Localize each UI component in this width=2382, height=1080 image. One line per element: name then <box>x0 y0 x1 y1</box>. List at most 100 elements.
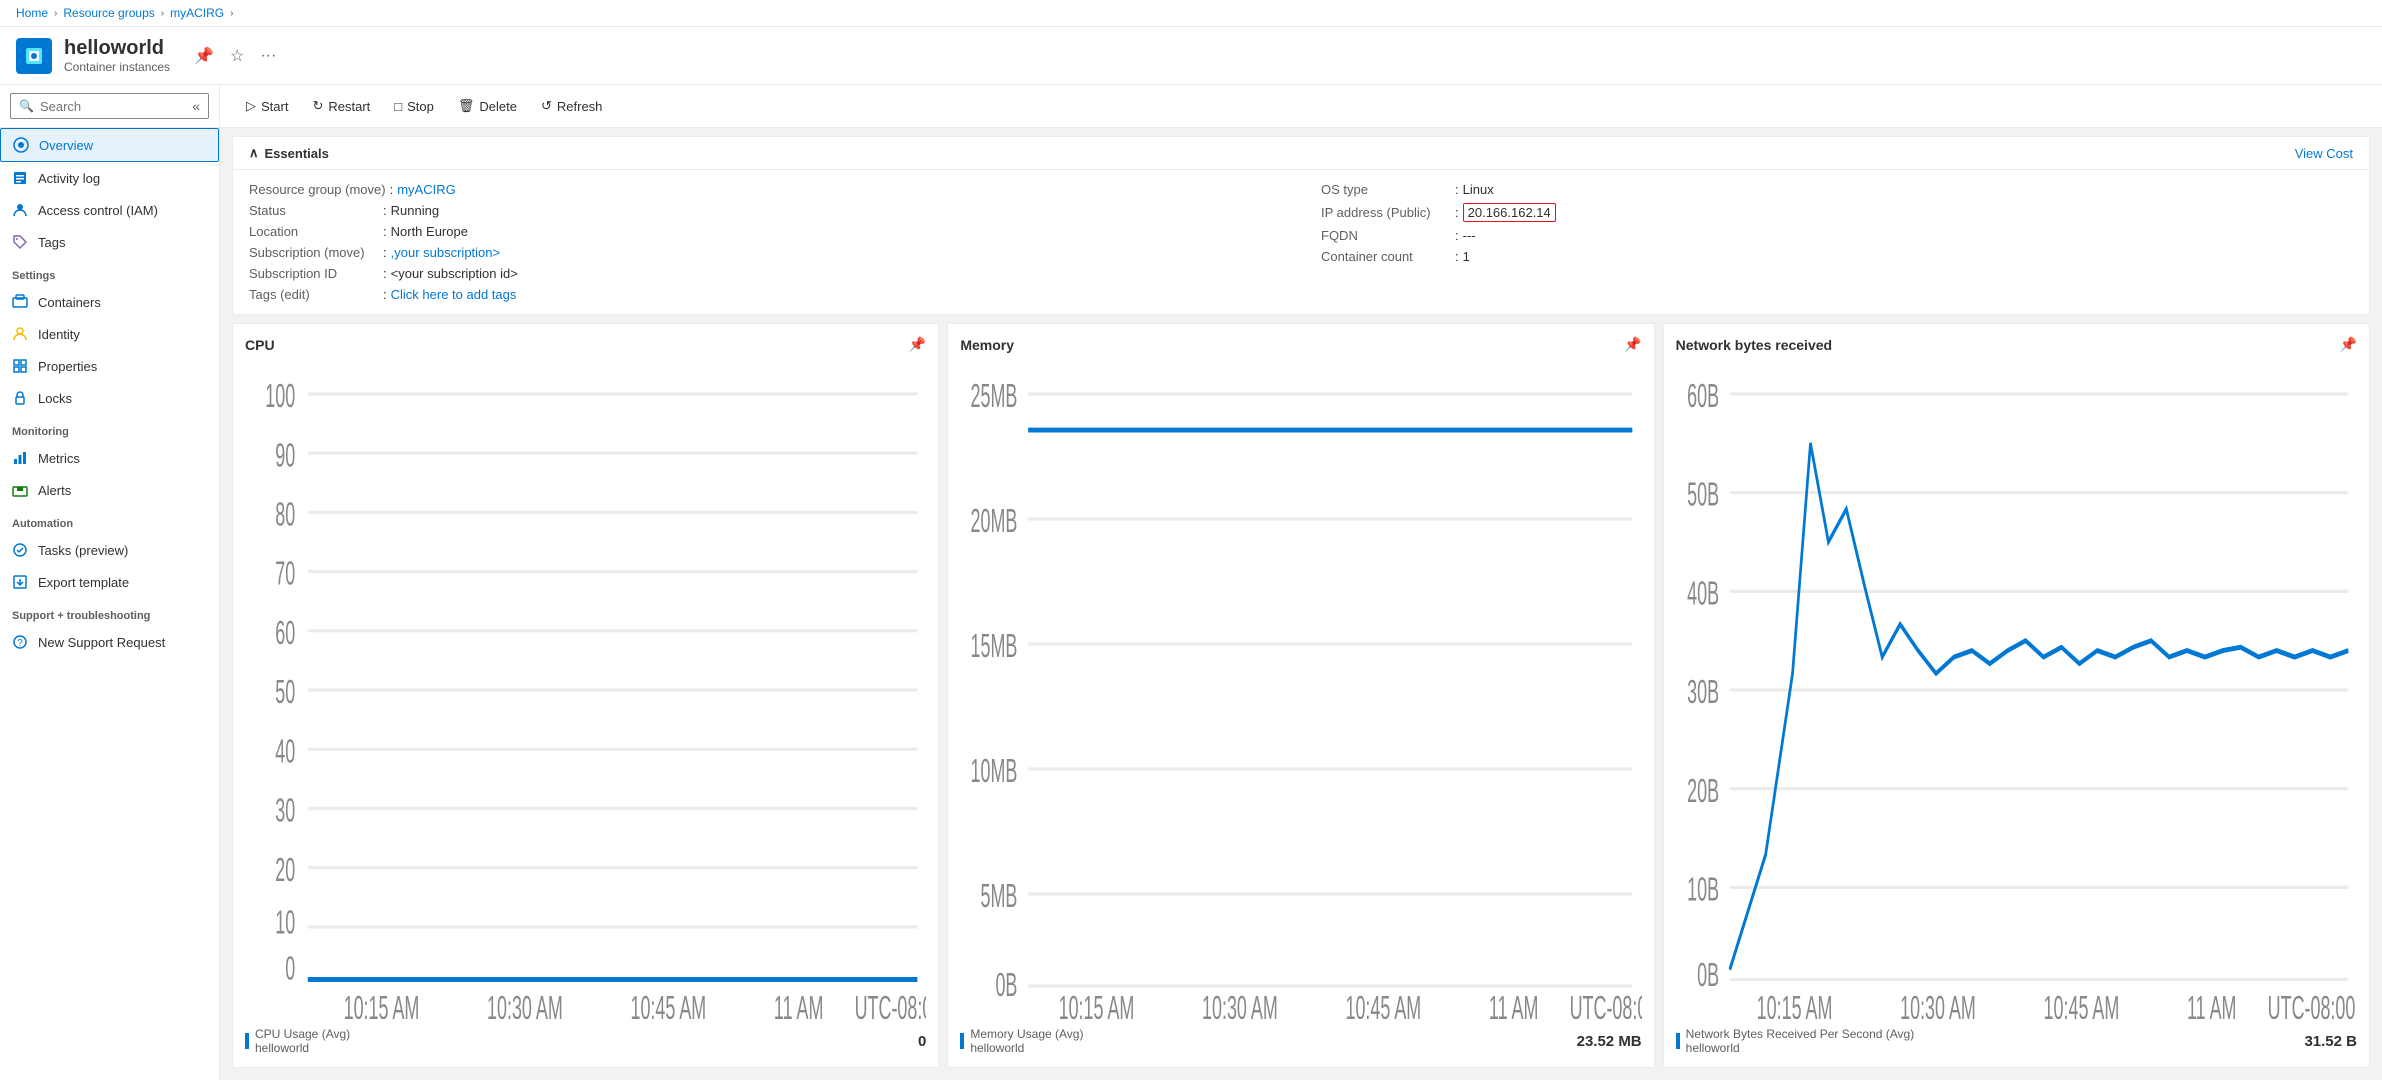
container-count-value: 1 <box>1463 249 1470 264</box>
sidebar-alerts-label: Alerts <box>38 483 71 498</box>
search-box[interactable]: 🔍 « <box>10 93 209 119</box>
subscription-id-label: Subscription ID <box>249 266 379 281</box>
svg-text:?: ? <box>17 638 23 649</box>
network-legend-label: Network Bytes Received Per Second (Avg) <box>1686 1027 1915 1041</box>
memory-chart-body: 25MB 20MB 15MB 10MB 5MB 0B <box>960 361 1641 1019</box>
charts-area: CPU 📌 100 90 80 70 60 50 40 30 20 <box>220 323 2382 1080</box>
sidebar-item-properties[interactable]: Properties <box>0 350 219 382</box>
svg-text:50B: 50B <box>1687 476 1719 513</box>
alerts-icon <box>12 482 28 498</box>
svg-text:30B: 30B <box>1687 673 1719 710</box>
search-input[interactable] <box>40 99 186 114</box>
memory-chart-title: Memory <box>960 337 1014 353</box>
essentials-subscription-id: Subscription ID : <your subscription id> <box>249 266 1281 281</box>
svg-text:10B: 10B <box>1687 871 1719 908</box>
essentials-location: Location : North Europe <box>249 224 1281 239</box>
svg-text:20MB: 20MB <box>971 502 1018 539</box>
essentials-panel: ∧ Essentials View Cost Resource group (m… <box>232 136 2370 315</box>
svg-text:10:30 AM: 10:30 AM <box>487 989 563 1019</box>
start-icon: ▷ <box>246 98 256 114</box>
cpu-chart-card: CPU 📌 100 90 80 70 60 50 40 30 20 <box>232 323 939 1068</box>
delete-button[interactable]: 🗑 Delete <box>448 93 527 119</box>
memory-chart-footer: Memory Usage (Avg) helloworld 23.52 MB <box>960 1027 1641 1055</box>
breadcrumb-resource-groups[interactable]: Resource groups <box>63 6 154 20</box>
tags-value: Click here to add tags <box>391 287 517 302</box>
memory-pin-button[interactable]: 📌 <box>1624 336 1641 353</box>
svg-text:0: 0 <box>285 950 295 987</box>
collapse-button[interactable]: « <box>192 98 200 114</box>
svg-text:10:15 AM: 10:15 AM <box>1059 989 1135 1019</box>
sidebar-item-tags[interactable]: Tags <box>0 226 219 258</box>
sidebar-item-activity-log[interactable]: Activity log <box>0 162 219 194</box>
page-title: helloworld <box>64 37 170 60</box>
pin-button[interactable]: 📌 <box>190 42 218 70</box>
sidebar-search-container: 🔍 « <box>0 85 219 128</box>
network-chart-header: Network bytes received 📌 <box>1676 336 2357 353</box>
sidebar-item-alerts[interactable]: Alerts <box>0 474 219 506</box>
svg-text:10:45 AM: 10:45 AM <box>630 989 706 1019</box>
sidebar-item-metrics[interactable]: Metrics <box>0 442 219 474</box>
container-count-label: Container count <box>1321 249 1451 264</box>
sidebar-item-identity[interactable]: Identity <box>0 318 219 350</box>
restart-button[interactable]: ↻ Restart <box>302 93 380 119</box>
start-button[interactable]: ▷ Start <box>236 93 298 119</box>
stop-button[interactable]: □ Stop <box>384 94 444 119</box>
resource-group-value: myACIRG <box>397 182 456 197</box>
locks-icon <box>12 390 28 406</box>
sidebar-item-overview[interactable]: Overview <box>0 128 219 162</box>
cpu-pin-button[interactable]: 📌 <box>909 336 926 353</box>
sidebar-containers-label: Containers <box>38 295 101 310</box>
os-type-value: Linux <box>1463 182 1494 197</box>
main-content: ▷ Start ↻ Restart □ Stop 🗑 Delete ↺ Refr… <box>220 85 2382 1080</box>
identity-icon <box>12 326 28 342</box>
sidebar-item-export-template[interactable]: Export template <box>0 566 219 598</box>
view-cost-link[interactable]: View Cost <box>2295 146 2353 161</box>
essentials-resource-group: Resource group (move) : myACIRG <box>249 182 1281 197</box>
refresh-icon: ↺ <box>541 98 552 114</box>
access-control-icon <box>12 202 28 218</box>
more-button[interactable]: ··· <box>256 42 280 70</box>
essentials-left-col: Resource group (move) : myACIRG Status :… <box>249 182 1281 302</box>
overview-icon <box>13 137 29 153</box>
breadcrumb-myacirg[interactable]: myACIRG <box>170 6 224 20</box>
svg-text:25MB: 25MB <box>971 377 1018 414</box>
status-label: Status <box>249 203 379 218</box>
sidebar-item-locks[interactable]: Locks <box>0 382 219 414</box>
header-actions: 📌 ☆ ··· <box>190 42 280 70</box>
svg-text:15MB: 15MB <box>971 627 1018 664</box>
sidebar-locks-label: Locks <box>38 391 72 406</box>
svg-text:10:45 AM: 10:45 AM <box>1346 989 1422 1019</box>
svg-text:5MB: 5MB <box>981 877 1018 914</box>
page-subtitle: Container instances <box>64 60 170 74</box>
svg-text:40B: 40B <box>1687 575 1719 612</box>
network-pin-button[interactable]: 📌 <box>2340 336 2357 353</box>
stop-icon: □ <box>394 99 402 114</box>
sidebar-item-access-control[interactable]: Access control (IAM) <box>0 194 219 226</box>
search-icon: 🔍 <box>19 99 34 113</box>
sidebar-item-containers[interactable]: Containers <box>0 286 219 318</box>
essentials-ip: IP address (Public) : 20.166.162.14 <box>1321 203 2353 222</box>
location-value: North Europe <box>391 224 468 239</box>
essentials-status: Status : Running <box>249 203 1281 218</box>
status-value: Running <box>391 203 439 218</box>
new-support-icon: ? <box>12 634 28 650</box>
svg-text:20B: 20B <box>1687 772 1719 809</box>
collapse-essentials-icon: ∧ <box>249 145 259 161</box>
cpu-chart-footer: CPU Usage (Avg) helloworld 0 <box>245 1027 926 1055</box>
refresh-button[interactable]: ↺ Refresh <box>531 93 612 119</box>
essentials-title-group: ∧ Essentials <box>249 145 329 161</box>
svg-text:0B: 0B <box>1697 956 1719 993</box>
essentials-right-col: OS type : Linux IP address (Public) : 20… <box>1321 182 2353 302</box>
svg-text:10:30 AM: 10:30 AM <box>1900 989 1976 1019</box>
cpu-chart-body: 100 90 80 70 60 50 40 30 20 10 0 <box>245 361 926 1019</box>
fqdn-label: FQDN <box>1321 228 1451 243</box>
favorite-button[interactable]: ☆ <box>226 42 248 70</box>
cpu-chart-value: 0 <box>918 1033 926 1050</box>
network-chart-title: Network bytes received <box>1676 337 1832 353</box>
sidebar-item-new-support[interactable]: ? New Support Request <box>0 626 219 658</box>
sidebar-item-tasks[interactable]: Tasks (preview) <box>0 534 219 566</box>
svg-text:10:15 AM: 10:15 AM <box>344 989 420 1019</box>
breadcrumb-home[interactable]: Home <box>16 6 48 20</box>
memory-chart-header: Memory 📌 <box>960 336 1641 353</box>
activity-log-icon <box>12 170 28 186</box>
